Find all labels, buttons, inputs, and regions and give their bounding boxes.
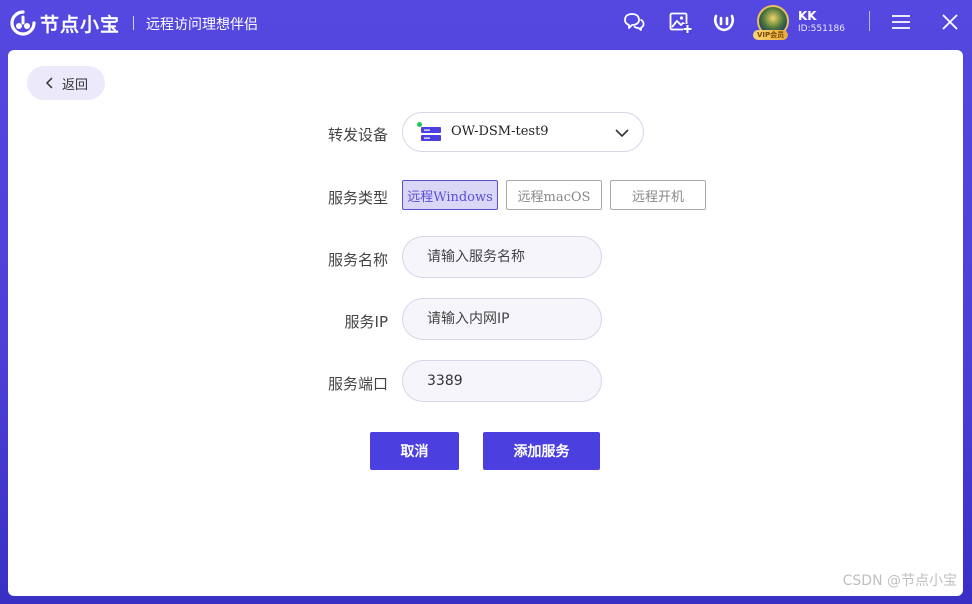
titlebar-divider bbox=[869, 11, 870, 31]
back-button[interactable]: 返回 bbox=[27, 66, 105, 100]
service-ip-input[interactable] bbox=[402, 298, 602, 340]
service-type-wake[interactable]: 远程开机 bbox=[610, 180, 706, 210]
title-bar: 节点小宝 远程访问理想伴侣 VIP会员 KK ID:551186 bbox=[0, 0, 972, 46]
chat-icon[interactable] bbox=[622, 10, 646, 34]
device-select[interactable]: OW-DSM-test9 bbox=[402, 112, 644, 152]
vip-badge: VIP会员 bbox=[753, 30, 789, 40]
main-panel: 返回 转发设备 OW-DSM-test9 服务类型 远程Windows 远程ma… bbox=[8, 50, 963, 596]
device-label: 转发设备 bbox=[327, 126, 388, 144]
service-type-macos[interactable]: 远程macOS bbox=[506, 180, 602, 210]
server-icon bbox=[417, 122, 441, 141]
title-divider bbox=[133, 16, 134, 30]
service-port-input[interactable] bbox=[402, 360, 602, 402]
service-type-windows[interactable]: 远程Windows bbox=[402, 180, 498, 210]
app-slogan: 远程访问理想伴侣 bbox=[146, 17, 258, 33]
user-name: KK bbox=[798, 9, 817, 23]
image-add-icon[interactable] bbox=[668, 10, 692, 34]
device-name: OW-DSM-test9 bbox=[451, 124, 549, 139]
online-status-dot bbox=[417, 122, 422, 127]
cancel-button[interactable]: 取消 bbox=[370, 432, 459, 470]
service-name-label: 服务名称 bbox=[327, 251, 388, 269]
chevron-down-icon bbox=[615, 129, 629, 138]
app-logo-icon[interactable] bbox=[712, 10, 736, 34]
back-chevron-icon bbox=[45, 77, 53, 89]
add-service-button[interactable]: 添加服务 bbox=[483, 432, 600, 470]
service-ip-label: 服务IP bbox=[344, 313, 388, 331]
back-label: 返回 bbox=[61, 77, 88, 93]
app-name: 节点小宝 bbox=[40, 14, 121, 36]
close-icon[interactable] bbox=[938, 10, 962, 34]
user-id: ID:551186 bbox=[798, 24, 845, 34]
service-name-input[interactable] bbox=[402, 236, 602, 278]
service-port-label: 服务端口 bbox=[327, 375, 388, 393]
logo-icon bbox=[10, 10, 36, 36]
service-type-label: 服务类型 bbox=[327, 189, 388, 207]
menu-icon[interactable] bbox=[889, 10, 913, 34]
watermark: CSDN @节点小宝 bbox=[842, 573, 957, 589]
